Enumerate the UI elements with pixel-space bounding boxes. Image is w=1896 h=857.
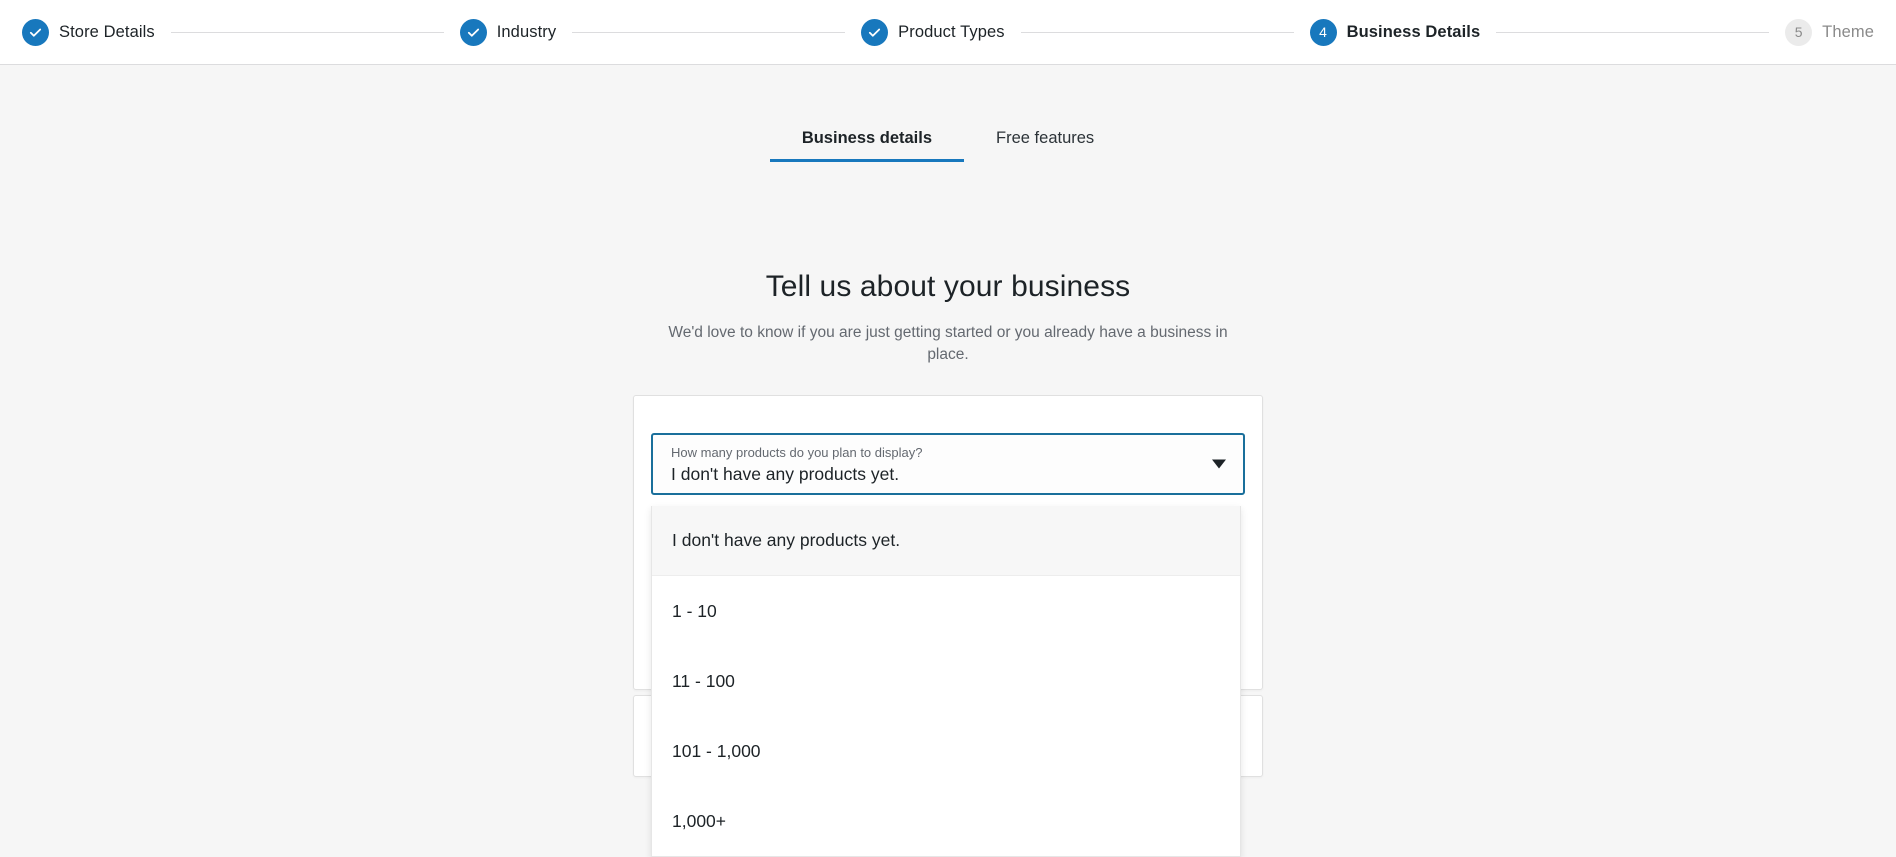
stepper-step-business-details[interactable]: 4 Business Details	[1309, 18, 1481, 46]
dropdown-option[interactable]: 11 - 100	[652, 646, 1240, 716]
stepper-step-label: Store Details	[59, 22, 155, 41]
page-title: Tell us about your business	[765, 270, 1131, 303]
tab-free-features[interactable]: Free features	[964, 125, 1126, 162]
product-count-select-value: I don't have any products yet.	[671, 464, 900, 485]
stepper-connector	[1496, 31, 1770, 33]
tab-label: Free features	[996, 129, 1095, 147]
stepper-connector	[572, 31, 846, 33]
dropdown-option-label: 11 - 100	[672, 670, 735, 691]
onboarding-content: Business details Free features Tell us a…	[0, 65, 1896, 857]
stepper-step-label: Business Details	[1346, 22, 1481, 41]
product-count-dropdown: I don't have any products yet. 1 - 10 11…	[651, 506, 1241, 857]
tab-business-details[interactable]: Business details	[769, 125, 965, 162]
stepper-connector	[170, 31, 444, 33]
tab-bar: Business details Free features	[0, 125, 1896, 162]
dropdown-option[interactable]: 1,000+	[652, 786, 1240, 856]
dropdown-option-label: I don't have any products yet.	[672, 530, 901, 550]
dropdown-option[interactable]: I don't have any products yet.	[652, 506, 1240, 576]
stepper-step-industry[interactable]: Industry	[459, 18, 557, 46]
dropdown-option[interactable]: 101 - 1,000	[652, 716, 1240, 786]
chevron-down-icon[interactable]	[1212, 459, 1226, 469]
product-count-select-label: How many products do you plan to display…	[671, 445, 923, 460]
step-number-badge: 5	[1785, 18, 1813, 46]
stepper-step-theme[interactable]: 5 Theme	[1785, 18, 1875, 46]
heading-block: Tell us about your business We'd love to…	[0, 270, 1896, 367]
stepper-step-label: Theme	[1822, 22, 1875, 41]
product-count-select[interactable]: How many products do you plan to display…	[651, 433, 1245, 495]
stepper-step-store-details[interactable]: Store Details	[22, 18, 155, 46]
tab-label: Business details	[801, 129, 933, 147]
dropdown-option[interactable]: 1 - 10	[652, 576, 1240, 646]
step-complete-check-icon	[22, 18, 49, 46]
dropdown-option-label: 101 - 1,000	[672, 740, 761, 761]
page-subtitle: We'd love to know if you are just gettin…	[668, 324, 1228, 364]
stepper-step-label: Product Types	[898, 22, 1005, 41]
dropdown-option-label: 1,000+	[672, 810, 727, 831]
step-number-badge: 4	[1309, 18, 1337, 46]
onboarding-stepper: Store Details Industry Product Types 4 B…	[0, 0, 1896, 65]
stepper-step-label: Industry	[496, 22, 557, 41]
stepper-connector	[1020, 31, 1294, 33]
step-complete-check-icon	[459, 18, 487, 46]
step-complete-check-icon	[861, 18, 889, 46]
dropdown-option-label: 1 - 10	[672, 600, 717, 621]
stepper-step-product-types[interactable]: Product Types	[861, 18, 1005, 46]
